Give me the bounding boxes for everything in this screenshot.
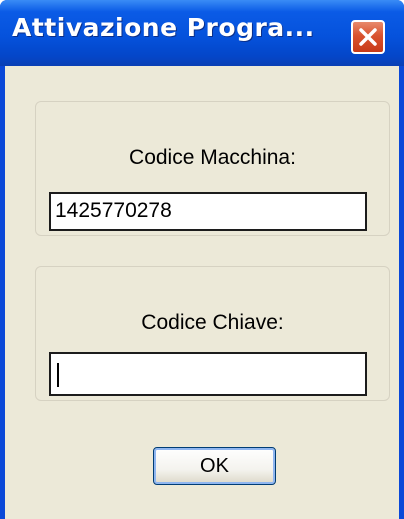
dialog-body: Codice Macchina: 1425770278 Codice Chiav… xyxy=(5,66,399,519)
key-code-field[interactable] xyxy=(49,352,367,396)
window-title: Attivazione Progra... xyxy=(12,13,315,42)
machine-code-group: Codice Macchina: 1425770278 xyxy=(35,101,390,236)
close-button[interactable] xyxy=(351,20,385,54)
activation-dialog: Attivazione Progra... Codice Macchina: 1… xyxy=(0,0,404,519)
machine-code-label: Codice Macchina: xyxy=(129,146,296,169)
ok-button[interactable]: OK xyxy=(153,447,276,485)
text-caret xyxy=(57,363,59,387)
title-bar[interactable]: Attivazione Progra... xyxy=(0,0,404,66)
key-code-label: Codice Chiave: xyxy=(141,311,284,334)
machine-code-field[interactable]: 1425770278 xyxy=(49,192,367,231)
key-code-group: Codice Chiave: xyxy=(35,266,390,401)
